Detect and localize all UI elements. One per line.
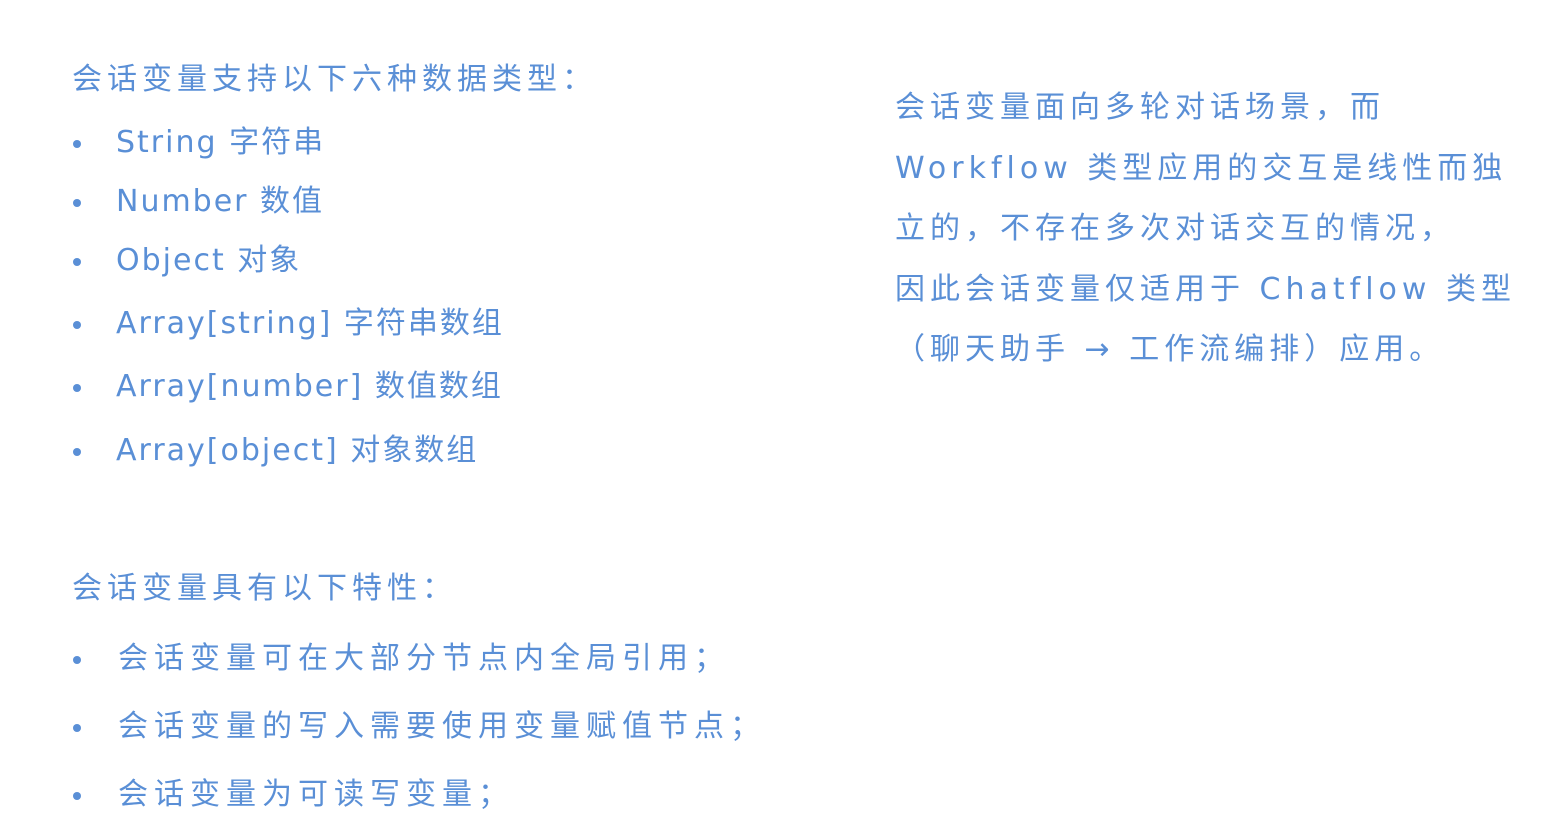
bullet-icon xyxy=(73,656,81,664)
list-item-label: String 字符串 xyxy=(116,125,326,160)
bullet-icon xyxy=(73,384,81,392)
note-line: Workflow 类型应用的交互是线性而独 xyxy=(895,150,1508,186)
list-item-label: 会话变量为可读写变量； xyxy=(118,777,514,812)
bullet-icon xyxy=(73,792,81,800)
features-heading: 会话变量具有以下特性： xyxy=(72,571,457,606)
note-line: 会话变量面向多轮对话场景，而 xyxy=(895,90,1385,125)
list-item-label: Number 数值 xyxy=(116,184,325,219)
list-item-label: 会话变量的写入需要使用变量赋值节点； xyxy=(118,709,766,744)
list-item-label: Array[number] 数值数组 xyxy=(116,369,503,404)
note-line: （聊天助手 → 工作流编排）应用。 xyxy=(895,332,1445,367)
note-line: 立的，不存在多次对话交互的情况， xyxy=(895,211,1455,246)
list-item-label: Array[string] 字符串数组 xyxy=(116,306,504,341)
note-line: 因此会话变量仅适用于 Chatflow 类型 xyxy=(895,271,1516,307)
list-item-label: Array[object] 对象数组 xyxy=(116,433,479,468)
bullet-icon xyxy=(73,199,81,207)
bullet-icon xyxy=(73,724,81,732)
bullet-icon xyxy=(73,140,81,148)
list-item-label: 会话变量可在大部分节点内全局引用； xyxy=(118,641,730,676)
list-item-label: Object 对象 xyxy=(116,243,302,278)
chatflow-note: 会话变量面向多轮对话场景，而 Workflow 类型应用的交互是线性而独 立的，… xyxy=(895,78,1516,381)
types-heading: 会话变量支持以下六种数据类型： xyxy=(72,62,597,97)
bullet-icon xyxy=(73,321,81,329)
bullet-icon xyxy=(73,258,81,266)
bullet-icon xyxy=(73,448,81,456)
